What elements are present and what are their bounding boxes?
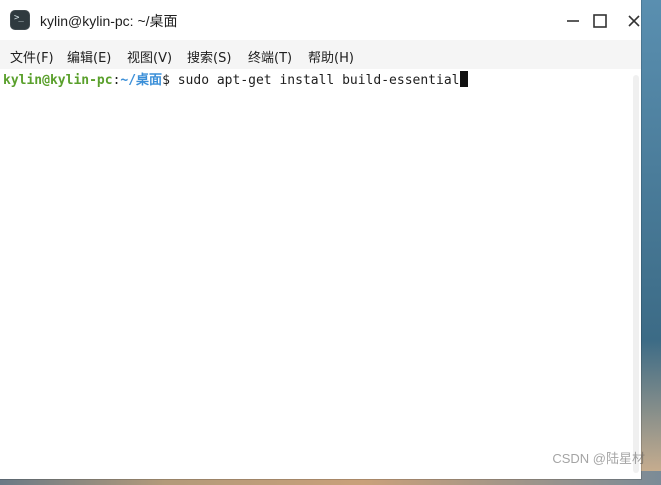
minimize-icon	[567, 20, 579, 22]
scrollbar-thumb[interactable]	[633, 75, 639, 473]
close-icon	[628, 15, 640, 27]
close-button[interactable]	[622, 9, 646, 33]
maximize-button[interactable]	[588, 9, 612, 33]
terminal-icon	[10, 10, 30, 30]
terminal-scrollbar[interactable]	[629, 69, 641, 479]
menu-help[interactable]: 帮助(H)	[308, 47, 354, 66]
title-bar[interactable]: kylin@kylin-pc: ~/桌面	[0, 0, 641, 40]
window-title: kylin@kylin-pc: ~/桌面	[40, 13, 178, 29]
command-text: sudo apt-get install build-essential	[177, 73, 460, 88]
menu-bar: 文件(F) 编辑(E) 视图(V) 搜索(S) 终端(T) 帮助(H)	[0, 40, 641, 70]
menu-search[interactable]: 搜索(S)	[187, 47, 231, 66]
minimize-button[interactable]	[561, 9, 585, 33]
menu-file[interactable]: 文件(F)	[10, 47, 54, 66]
terminal-window: kylin@kylin-pc: ~/桌面 文件(F) 编辑(E) 视图(V) 搜…	[0, 0, 641, 479]
menu-terminal[interactable]: 终端(T)	[248, 47, 292, 66]
menu-edit[interactable]: 编辑(E)	[67, 47, 111, 66]
desktop-background	[641, 0, 661, 485]
prompt-path: ~/桌面	[120, 73, 163, 88]
command-line: kylin@kylin-pc:~/桌面$ sudo apt-get instal…	[3, 71, 469, 90]
menu-view[interactable]: 视图(V)	[127, 47, 172, 66]
watermark: CSDN @陆星材	[552, 451, 645, 466]
text-cursor	[460, 71, 469, 87]
terminal-output[interactable]: kylin@kylin-pc:~/桌面$ sudo apt-get instal…	[0, 69, 641, 479]
prompt-user: kylin@kylin-pc	[3, 73, 113, 88]
prompt-symbol: $	[162, 73, 170, 88]
maximize-icon	[593, 14, 607, 28]
